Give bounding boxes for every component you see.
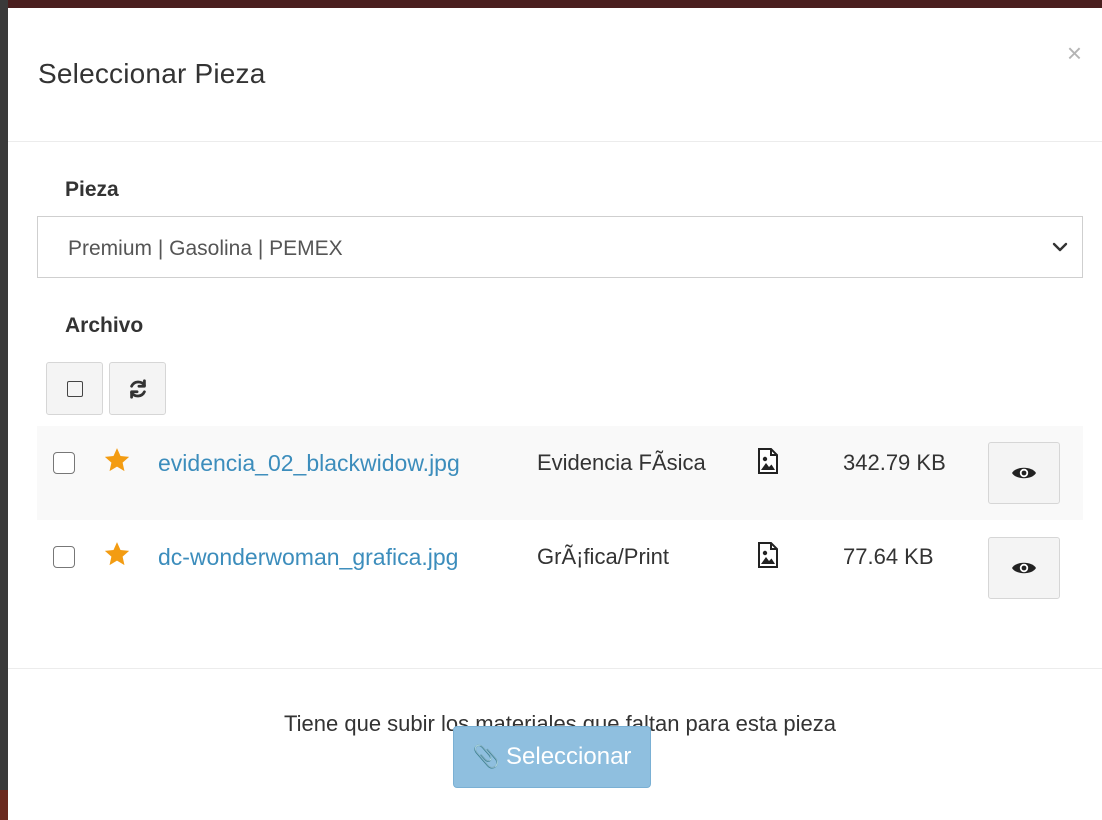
star-icon[interactable] <box>103 446 131 474</box>
select-piece-modal: Seleccionar Pieza × Pieza Premium | Gaso… <box>8 8 1102 820</box>
image-file-icon <box>758 542 778 568</box>
view-file-button[interactable] <box>988 442 1060 504</box>
image-file-icon <box>758 448 778 474</box>
file-type: GrÃ¡fica/Print <box>537 544 670 569</box>
pieza-select[interactable]: Premium | Gasolina | PEMEX <box>37 216 1083 278</box>
select-button-label: Seleccionar <box>506 743 632 770</box>
modal-title: Seleccionar Pieza <box>38 58 266 89</box>
modal-header: Seleccionar Pieza × <box>8 8 1102 142</box>
file-type: Evidencia FÃsica <box>537 450 706 475</box>
refresh-button[interactable] <box>109 362 166 415</box>
frame-accent <box>0 790 8 820</box>
file-name-link[interactable]: evidencia_02_blackwidow.jpg <box>158 450 460 477</box>
refresh-icon <box>129 378 146 399</box>
paperclip-icon: 📎 <box>472 744 500 769</box>
file-size: 342.79 KB <box>843 450 946 475</box>
eye-icon <box>1012 467 1036 479</box>
file-size: 77.64 KB <box>843 544 934 569</box>
file-checkbox[interactable] <box>53 452 75 474</box>
file-name-link[interactable]: dc-wonderwoman_grafica.jpg <box>158 544 458 571</box>
select-button[interactable]: 📎 Seleccionar <box>453 726 651 788</box>
eye-icon <box>1012 562 1036 574</box>
select-all-button[interactable] <box>46 362 103 415</box>
chevron-down-icon <box>1052 242 1068 252</box>
pieza-selected-value: Premium | Gasolina | PEMEX <box>68 237 343 260</box>
window-frame-left <box>0 0 8 820</box>
file-row: dc-wonderwoman_grafica.jpg GrÃ¡fica/Prin… <box>37 520 1083 614</box>
file-checkbox[interactable] <box>53 546 75 568</box>
square-icon <box>66 380 83 397</box>
view-file-button[interactable] <box>988 537 1060 599</box>
pieza-label: Pieza <box>65 178 119 201</box>
archivo-label: Archivo <box>65 314 144 337</box>
star-icon[interactable] <box>103 540 131 568</box>
close-button[interactable]: × <box>1067 40 1082 66</box>
window-frame-top <box>0 0 1102 8</box>
file-row: evidencia_02_blackwidow.jpg Evidencia FÃ… <box>37 426 1083 520</box>
